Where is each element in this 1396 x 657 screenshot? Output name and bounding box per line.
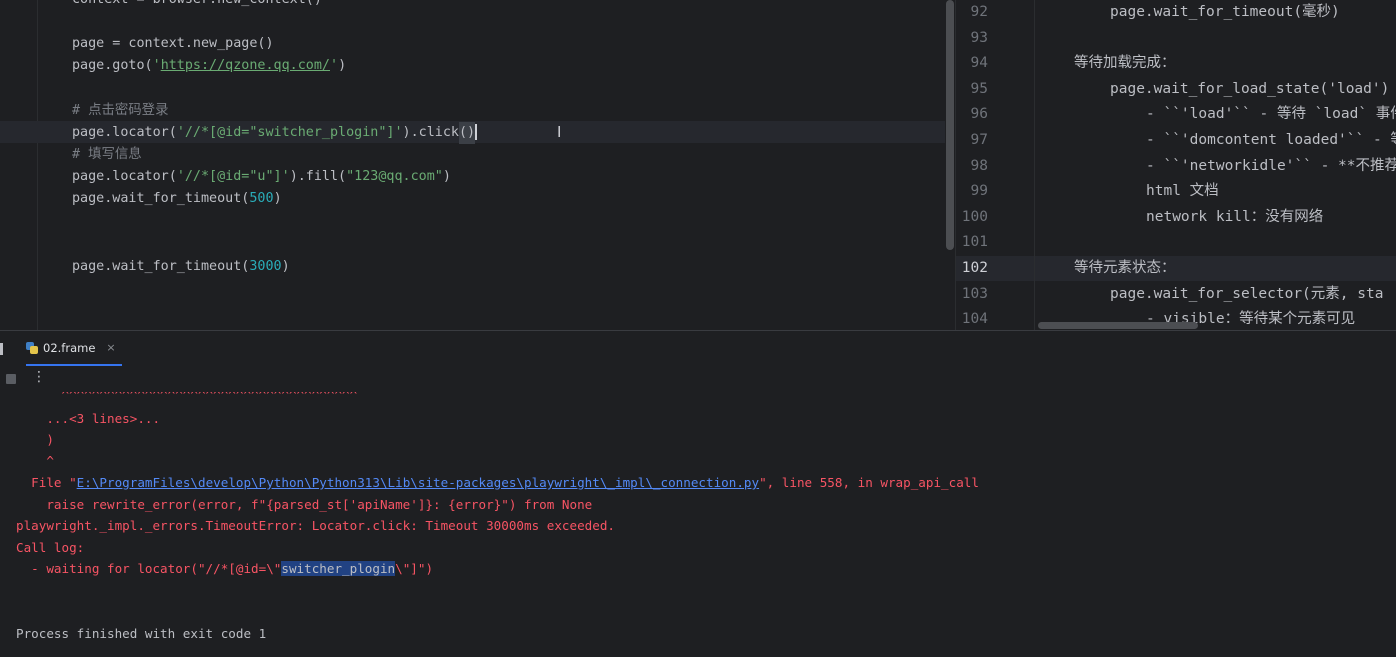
horizontal-scrollbar[interactable]	[1038, 322, 1198, 329]
code-token: )	[338, 58, 347, 73]
close-tab-icon[interactable]: ×	[106, 341, 115, 354]
line-number: 95	[970, 80, 988, 97]
vertical-scrollbar[interactable]	[946, 0, 954, 250]
code-token: page.wait_for_timeout(	[72, 191, 250, 206]
line-number: 96	[970, 106, 988, 123]
console-text: ^^^^^^^^^^^^^^^^^^^^^^^^^^^^^^^^^^^^^^^	[16, 392, 358, 402]
console-line: - waiting for locator("//*[@id=\"switche…	[16, 558, 433, 579]
gutter-divider-right	[1034, 0, 1035, 330]
tab-02-frame[interactable]: 02.frame ×	[26, 331, 122, 366]
markdown-line: page.wait_for_timeout(毫秒)	[1110, 4, 1340, 20]
code-token: # 点击密码登录	[72, 103, 169, 118]
line-number: 102	[961, 260, 988, 276]
current-line-highlight-right	[956, 256, 1396, 281]
markdown-line: 等待元素状态：	[1074, 260, 1176, 276]
console-line: File "E:\ProgramFiles\develop\Python\Pyt…	[16, 472, 979, 493]
code-line: page.locator('//*[@id="u"]').fill("123@q…	[72, 166, 451, 188]
code-line: context = browser.new_context()	[72, 0, 322, 11]
code-line: # 点击密码登录	[72, 100, 168, 122]
code-token: page.goto(	[72, 58, 153, 73]
run-console-output[interactable]: ^^^^^^^^^^^^^^^^^^^^^^^^^^^^^^^^^^^^^^^ …	[0, 392, 1396, 657]
console-text: - waiting for locator("//*[@id=\"	[16, 561, 282, 576]
previous-tab-edge[interactable]	[0, 343, 3, 355]
run-tab-bar: 02.frame ×	[0, 330, 1396, 367]
code-line: page.locator('//*[@id="switcher_plogin"]…	[72, 122, 478, 144]
selected-text: switcher_plogin	[281, 561, 396, 576]
markdown-line: network kill：没有网络	[1146, 208, 1324, 225]
code-line: page.wait_for_timeout(500)	[72, 188, 282, 210]
code-token: '	[330, 58, 339, 73]
line-number: 94	[970, 55, 988, 72]
python-file-icon	[26, 341, 38, 354]
console-line: Call log:	[16, 537, 84, 558]
code-editor-left[interactable]: context = browser.new_context()page = co…	[0, 0, 955, 330]
code-token: context = browser.new_context()	[72, 0, 322, 7]
code-token: "123@qq.com"	[346, 169, 443, 184]
code-token: page.wait_for_timeout(	[72, 259, 250, 274]
code-editor-right[interactable]: 92 page.wait_for_timeout(毫秒) 93 94 等待加载完成： 95…	[955, 0, 1396, 330]
code-token: https://qzone.qq.com/	[160, 58, 330, 73]
line-number: 103	[961, 285, 988, 302]
code-token: 500	[249, 191, 274, 206]
code-token: page.locator(	[72, 169, 177, 184]
tab-label: 02.frame	[43, 340, 96, 355]
line-number: 92	[970, 4, 988, 20]
line-number: 99	[970, 183, 988, 200]
code-token: ).fill(	[289, 169, 347, 184]
console-line: playwright._impl._errors.TimeoutError: L…	[16, 515, 615, 536]
console-line: ^	[16, 450, 54, 471]
console-line: Process finished with exit code 1	[16, 623, 266, 644]
more-options-icon[interactable]: ⋮	[32, 369, 46, 385]
text-caret	[475, 124, 478, 140]
code-token: '	[152, 58, 161, 73]
markdown-line: html 文档	[1146, 183, 1219, 200]
code-token: '//*[@id="u"]'	[176, 169, 290, 184]
markdown-line: - ``'load'`` - 等待 `load` 事件	[1146, 106, 1396, 123]
line-number: 97	[970, 132, 988, 148]
line-number: 100	[961, 208, 988, 225]
markdown-line: page.wait_for_selector(元素, sta	[1110, 285, 1384, 302]
stop-icon[interactable]	[6, 374, 16, 384]
markdown-line: 等待加载完成：	[1074, 55, 1176, 72]
console-line: ...<3 lines>...	[16, 408, 160, 429]
console-text: ^	[16, 453, 54, 468]
console-text: playwright._impl._errors.TimeoutError: L…	[16, 518, 615, 533]
console-text: )	[16, 432, 54, 447]
console-text: Call log:	[16, 540, 85, 555]
console-text: ", line 558, in wrap_api_call	[759, 475, 979, 490]
code-token: )	[281, 259, 290, 274]
markdown-line: - ``'domcontent loaded'`` - 等	[1146, 132, 1396, 148]
gutter-divider	[37, 0, 38, 330]
code-line: page.wait_for_timeout(3000)	[72, 256, 290, 278]
console-line: ^^^^^^^^^^^^^^^^^^^^^^^^^^^^^^^^^^^^^^^	[16, 392, 357, 405]
line-number: 101	[961, 234, 988, 251]
code-token: # 填写信息	[72, 147, 142, 162]
code-token: 3000	[249, 259, 282, 274]
file-path-link[interactable]: E:\ProgramFiles\develop\Python\Python313…	[77, 475, 759, 490]
line-number: 98	[970, 157, 988, 174]
console-text: \"]")	[395, 561, 434, 576]
code-token-caret: ()	[458, 122, 476, 144]
code-token: ).click	[402, 125, 459, 140]
code-token: )	[442, 169, 451, 184]
line-number: 104	[961, 311, 988, 328]
console-line: raise rewrite_error(error, f"{parsed_st[…	[16, 494, 592, 515]
console-text: File "	[16, 475, 77, 490]
code-token: page = context.new_page()	[72, 36, 274, 51]
code-token: )	[273, 191, 282, 206]
console-text: ...<3 lines>...	[16, 411, 161, 426]
code-line: # 填写信息	[72, 144, 142, 166]
mouse-ibeam-cursor-icon: I	[557, 123, 562, 141]
console-line: )	[16, 429, 54, 450]
console-text: Process finished with exit code 1	[16, 626, 267, 641]
console-text: raise rewrite_error(error, f"{parsed_st[…	[16, 497, 593, 512]
markdown-line: page.wait_for_load_state('load')	[1110, 80, 1390, 97]
code-line: page = context.new_page()	[72, 33, 274, 55]
run-toolbar: ⋮	[0, 366, 1396, 392]
line-number: 93	[970, 29, 988, 46]
code-token: '//*[@id="switcher_plogin"]'	[176, 125, 403, 140]
markdown-line: - ``'networkidle'`` - **不推荐	[1146, 157, 1396, 174]
code-line: page.goto('https://qzone.qq.com/')	[72, 55, 346, 77]
code-token: page.locator(	[72, 125, 177, 140]
